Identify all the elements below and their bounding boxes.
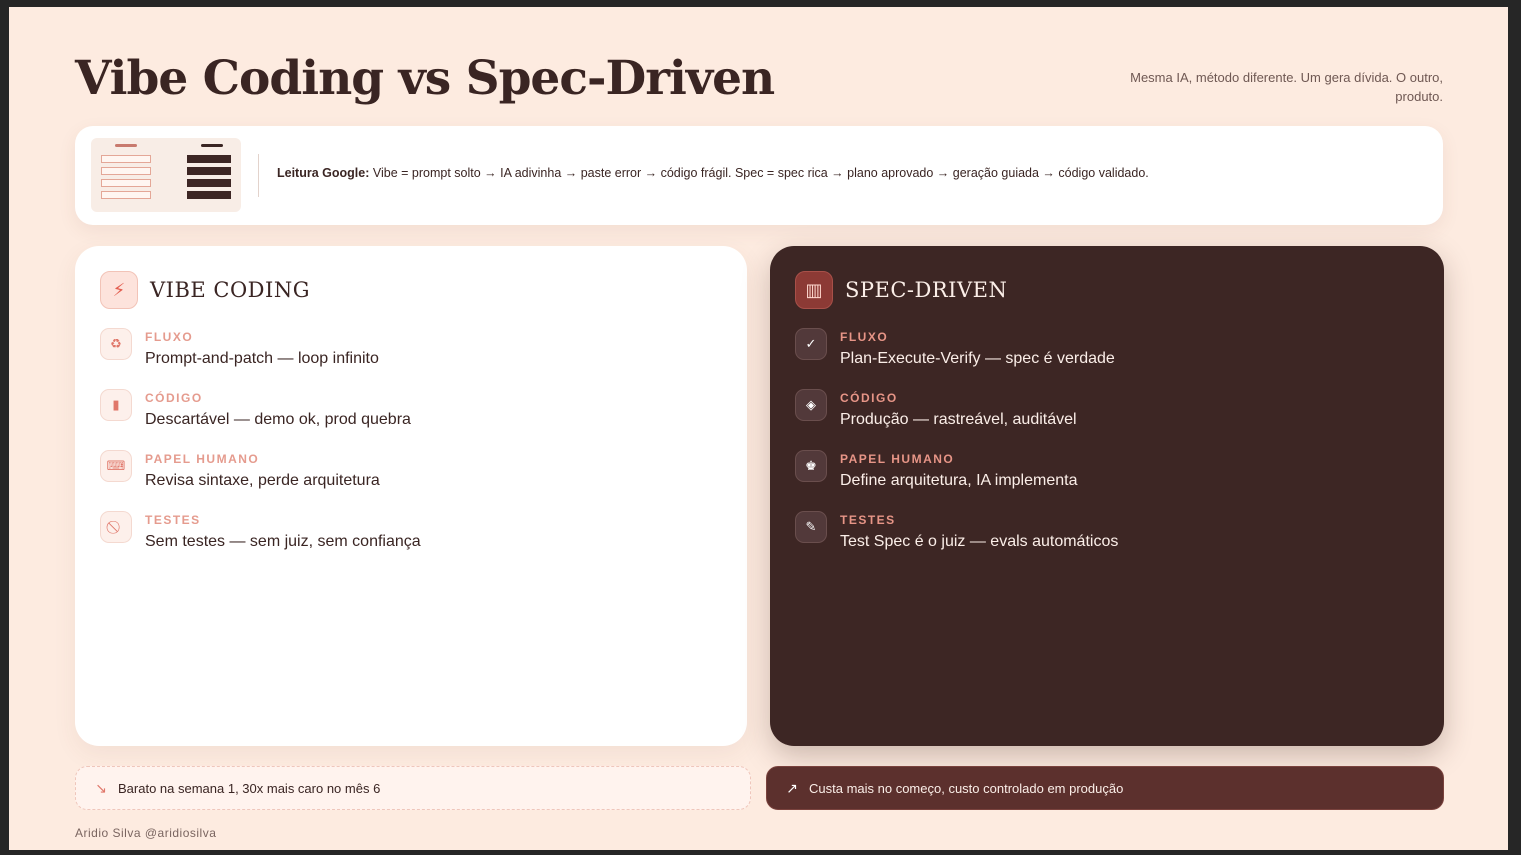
vibe-item-testes: ⃠ TESTES Sem testes — sem juiz, sem conf…	[100, 511, 421, 572]
google-reading-label: Leitura Google:	[277, 166, 370, 180]
disposable-cup-icon: ▮	[100, 389, 132, 421]
item-label: FLUXO	[145, 330, 194, 344]
trend-down-icon: ↘	[95, 779, 107, 796]
spec-item-codigo: ◈ CÓDIGO Produção — rastreável, auditáve…	[795, 389, 1118, 450]
item-value: Sem testes — sem juiz, sem confiança	[145, 533, 421, 550]
vibe-coding-card: ⚡ VIBE CODING ♻ FLUXO Prompt-and-patch —…	[75, 246, 747, 746]
item-value: Produção — rastreável, auditável	[840, 411, 1077, 428]
item-value: Revisa sintaxe, perde arquitetura	[145, 472, 380, 489]
chess-king-icon: ♚	[795, 450, 827, 482]
keyboard-icon: ⌨	[100, 450, 132, 482]
item-value: Prompt-and-patch — loop infinito	[145, 350, 379, 367]
item-label: TESTES	[840, 513, 896, 527]
lightning-icon: ⚡	[100, 271, 138, 309]
vibe-items-list: ♻ FLUXO Prompt-and-patch — loop infinito…	[100, 328, 421, 572]
spec-card-header: ▥ SPEC-DRIVEN	[795, 271, 1007, 309]
item-label: CÓDIGO	[840, 391, 898, 405]
spec-item-fluxo: ✓ FLUXO Plan-Execute-Verify — spec é ver…	[795, 328, 1118, 389]
google-reading-text: Leitura Google: Vibe = prompt solto → IA…	[277, 166, 1149, 180]
spec-items-list: ✓ FLUXO Plan-Execute-Verify — spec é ver…	[795, 328, 1118, 572]
recycle-icon: ♻	[100, 328, 132, 360]
item-value: Define arquitetura, IA implementa	[840, 472, 1078, 489]
author-credit: Aridio Silva @aridiosilva	[75, 826, 217, 840]
vibe-footer-note: ↘ Barato na semana 1, 30x mais caro no m…	[75, 766, 751, 810]
item-label: PAPEL HUMANO	[840, 452, 955, 466]
vibe-card-header: ⚡ VIBE CODING	[100, 271, 310, 309]
item-label: FLUXO	[840, 330, 889, 344]
slide: Vibe Coding vs Spec-Driven Mesma IA, mét…	[9, 7, 1508, 850]
spec-footer-note: ↗ Custa mais no começo, custo controlado…	[766, 766, 1444, 810]
prohibited-icon: ⃠	[100, 511, 132, 543]
item-value: Plan-Execute-Verify — spec é verdade	[840, 350, 1115, 367]
item-label: CÓDIGO	[145, 391, 203, 405]
vibe-item-papel-humano: ⌨ PAPEL HUMANO Revisa sintaxe, perde arq…	[100, 450, 421, 511]
gavel-icon: ✎	[795, 511, 827, 543]
google-reading-bar: Leitura Google: Vibe = prompt solto → IA…	[75, 126, 1443, 225]
spec-driven-card: ▥ SPEC-DRIVEN ✓ FLUXO Plan-Execute-Verif…	[770, 246, 1444, 746]
item-value: Descartável — demo ok, prod quebra	[145, 411, 411, 428]
google-reading-body: Vibe = prompt solto → IA adivinha → past…	[369, 166, 1149, 180]
vibe-item-fluxo: ♻ FLUXO Prompt-and-patch — loop infinito	[100, 328, 421, 389]
item-value: Test Spec é o juiz — evals automáticos	[840, 533, 1119, 550]
trend-up-icon: ↗	[786, 779, 798, 796]
page-title: Vibe Coding vs Spec-Driven	[75, 51, 775, 106]
vibe-item-codigo: ▮ CÓDIGO Descartável — demo ok, prod que…	[100, 389, 421, 450]
spec-item-testes: ✎ TESTES Test Spec é o juiz — evals auto…	[795, 511, 1118, 572]
box-icon: ◈	[795, 389, 827, 421]
vibe-footer-text: Barato na semana 1, 30x mais caro no mês…	[118, 780, 381, 796]
map-icon: ▥	[795, 271, 833, 309]
comparison-thumbnail	[91, 138, 241, 212]
spec-item-papel-humano: ♚ PAPEL HUMANO Define arquitetura, IA im…	[795, 450, 1118, 511]
vibe-card-title: VIBE CODING	[150, 278, 310, 302]
divider	[258, 154, 259, 197]
check-icon: ✓	[795, 328, 827, 360]
spec-card-title: SPEC-DRIVEN	[845, 278, 1008, 302]
item-label: TESTES	[145, 513, 201, 527]
page-subtitle: Mesma IA, método diferente. Um gera dívi…	[1130, 70, 1443, 104]
spec-footer-text: Custa mais no começo, custo controlado e…	[809, 780, 1124, 796]
item-label: PAPEL HUMANO	[145, 452, 260, 466]
